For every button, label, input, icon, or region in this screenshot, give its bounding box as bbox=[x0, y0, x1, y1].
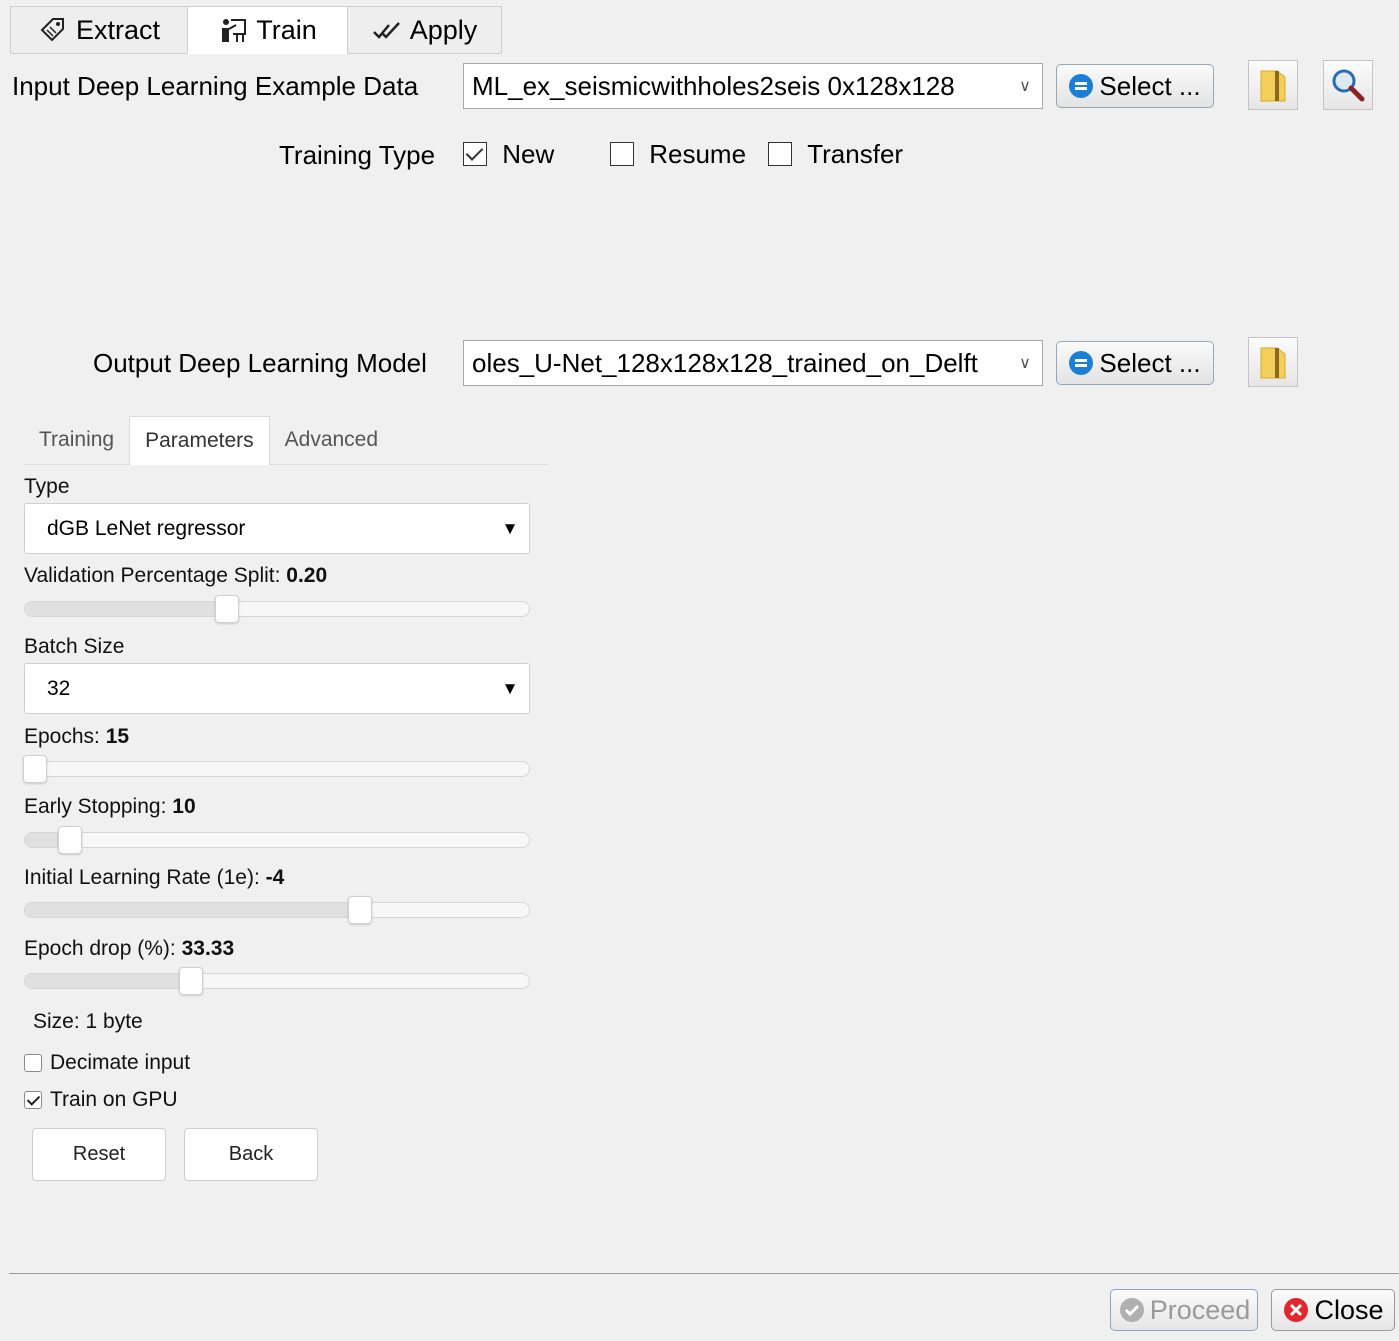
chevron-down-icon: ∨ bbox=[1019, 355, 1031, 372]
early-stopping-slider[interactable] bbox=[24, 826, 530, 854]
input-select-label: Select ... bbox=[1099, 70, 1201, 101]
checkbox-new[interactable] bbox=[463, 142, 487, 166]
learning-rate-label: Initial Learning Rate (1e): -4 bbox=[24, 866, 284, 890]
learning-rate-slider[interactable] bbox=[24, 896, 530, 924]
tab-extract-label: Extract bbox=[75, 14, 161, 45]
train-on-gpu-row[interactable]: Train on GPU bbox=[24, 1088, 178, 1112]
early-stopping-label-text: Early Stopping: bbox=[24, 795, 167, 818]
list-icon bbox=[1069, 351, 1094, 375]
decimate-input-label: Decimate input bbox=[50, 1051, 191, 1074]
search-icon bbox=[1332, 69, 1365, 102]
validation-value: 0.20 bbox=[286, 564, 328, 587]
epochs-value: 15 bbox=[105, 725, 130, 748]
training-type-resume-label: Resume bbox=[649, 139, 747, 169]
batch-size-label: Batch Size bbox=[24, 635, 125, 658]
learning-rate-label-text: Initial Learning Rate (1e): bbox=[24, 866, 260, 889]
tab-apply-label: Apply bbox=[409, 14, 478, 45]
input-browse-button[interactable] bbox=[1248, 60, 1298, 110]
check-circle-icon bbox=[1119, 1298, 1144, 1322]
training-type-label: Training Type bbox=[279, 140, 436, 170]
tab-apply[interactable]: Apply bbox=[347, 6, 502, 54]
slider-thumb[interactable] bbox=[58, 826, 83, 854]
chevron-down-icon: ∨ bbox=[1019, 78, 1031, 95]
proceed-label: Proceed bbox=[1149, 1294, 1251, 1325]
list-icon bbox=[1069, 74, 1094, 98]
folder-icon bbox=[1260, 347, 1286, 379]
type-dropdown[interactable]: dGB LeNet regressor ▼ bbox=[24, 503, 530, 554]
validation-label: Validation Percentage Split: 0.20 bbox=[24, 564, 327, 588]
input-search-button[interactable] bbox=[1323, 60, 1373, 110]
footer-divider bbox=[9, 1273, 1399, 1274]
epoch-drop-value: 33.33 bbox=[181, 937, 235, 960]
caret-down-icon: ▼ bbox=[501, 678, 519, 698]
slider-thumb[interactable] bbox=[23, 755, 48, 783]
training-type-resume[interactable]: Resume bbox=[610, 139, 746, 170]
training-type-new-label: New bbox=[502, 139, 555, 169]
epochs-slider[interactable] bbox=[23, 755, 530, 783]
size-text: Size: 1 byte bbox=[33, 1010, 143, 1033]
train-icon bbox=[218, 15, 248, 45]
validation-slider[interactable] bbox=[24, 595, 530, 623]
learning-rate-value: -4 bbox=[265, 866, 285, 889]
epochs-label: Epochs: 15 bbox=[24, 725, 129, 749]
close-button[interactable]: Close bbox=[1271, 1289, 1395, 1331]
epoch-drop-label: Epoch drop (%): 33.33 bbox=[24, 937, 234, 961]
close-circle-icon bbox=[1284, 1298, 1309, 1322]
tag-icon bbox=[38, 15, 68, 45]
output-select-label: Select ... bbox=[1099, 347, 1201, 378]
output-model-combo[interactable]: oles_U-Net_128x128x128_trained_on_Delft … bbox=[463, 340, 1043, 386]
input-data-value: ML_ex_seismicwithholes2seis 0x128x128 bbox=[472, 70, 955, 101]
tab-training[interactable]: Training bbox=[24, 416, 129, 464]
tab-train[interactable]: Train bbox=[187, 6, 348, 54]
slider-thumb[interactable] bbox=[179, 967, 204, 995]
type-label: Type bbox=[24, 475, 70, 498]
folder-icon bbox=[1260, 70, 1286, 102]
decimate-input-checkbox[interactable] bbox=[24, 1054, 42, 1072]
batch-size-value: 32 bbox=[47, 676, 71, 700]
train-on-gpu-checkbox[interactable] bbox=[24, 1091, 42, 1109]
back-button[interactable]: Back bbox=[184, 1128, 318, 1181]
caret-down-icon: ▼ bbox=[501, 518, 519, 538]
checkbox-transfer[interactable] bbox=[768, 142, 792, 166]
top-tab-bar: Extract Train Apply bbox=[10, 6, 502, 54]
output-select-button[interactable]: Select ... bbox=[1056, 341, 1214, 385]
tab-parameters[interactable]: Parameters bbox=[129, 416, 270, 465]
slider-thumb[interactable] bbox=[214, 595, 239, 623]
training-type-transfer[interactable]: Transfer bbox=[768, 139, 903, 170]
input-data-combo[interactable]: ML_ex_seismicwithholes2seis 0x128x128 ∨ bbox=[463, 63, 1043, 109]
slider-thumb[interactable] bbox=[348, 896, 373, 924]
checkbox-resume[interactable] bbox=[610, 142, 634, 166]
training-type-transfer-label: Transfer bbox=[807, 139, 904, 169]
output-browse-button[interactable] bbox=[1248, 337, 1298, 387]
type-value: dGB LeNet regressor bbox=[47, 516, 246, 540]
tab-train-label: Train bbox=[256, 14, 317, 45]
batch-size-dropdown[interactable]: 32 ▼ bbox=[24, 663, 530, 714]
training-type-new[interactable]: New bbox=[463, 139, 554, 170]
epoch-drop-label-text: Epoch drop (%): bbox=[24, 937, 176, 960]
decimate-input-row[interactable]: Decimate input bbox=[24, 1051, 190, 1075]
parameter-tab-bar: Training Parameters Advanced bbox=[24, 416, 548, 465]
tab-extract[interactable]: Extract bbox=[10, 6, 188, 54]
early-stopping-value: 10 bbox=[172, 795, 196, 818]
early-stopping-label: Early Stopping: 10 bbox=[24, 795, 196, 819]
tab-advanced[interactable]: Advanced bbox=[270, 416, 393, 464]
proceed-button[interactable]: Proceed bbox=[1110, 1289, 1258, 1331]
apply-icon bbox=[372, 15, 402, 45]
output-model-label: Output Deep Learning Model bbox=[93, 348, 427, 378]
epochs-label-text: Epochs: bbox=[24, 725, 100, 748]
reset-button[interactable]: Reset bbox=[32, 1128, 166, 1181]
close-label: Close bbox=[1314, 1294, 1384, 1325]
input-data-label: Input Deep Learning Example Data bbox=[12, 71, 419, 101]
output-model-value: oles_U-Net_128x128x128_trained_on_Delft bbox=[472, 347, 978, 378]
train-on-gpu-label: Train on GPU bbox=[50, 1088, 178, 1111]
epoch-drop-slider[interactable] bbox=[24, 967, 530, 995]
validation-label-text: Validation Percentage Split: bbox=[24, 564, 281, 587]
input-select-button[interactable]: Select ... bbox=[1056, 64, 1214, 108]
